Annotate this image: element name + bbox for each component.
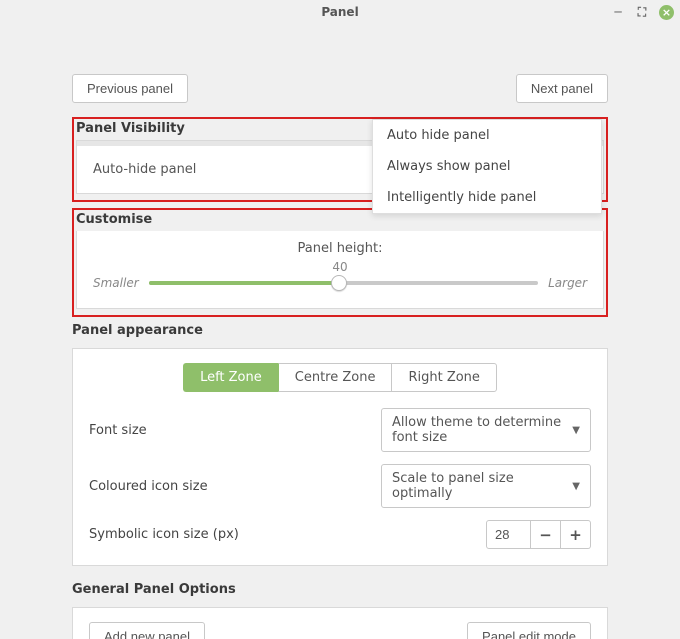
coloured-icon-select[interactable]: Scale to panel size optimally ▼	[381, 464, 591, 508]
maximize-button[interactable]: ⛶	[635, 5, 649, 19]
symbolic-icon-row: Symbolic icon size (px) − +	[89, 520, 591, 549]
auto-hide-panel-dropdown: Auto hide panel Always show panel Intell…	[372, 119, 602, 214]
coloured-icon-select-value: Scale to panel size optimally	[392, 471, 564, 501]
window-controls: ─ ⛶ ×	[611, 0, 674, 24]
coloured-icon-row: Coloured icon size Scale to panel size o…	[89, 464, 591, 508]
slider-larger-label: Larger	[548, 276, 587, 290]
panel-height-slider-row: Smaller Larger	[93, 276, 587, 290]
symbolic-icon-plus-button[interactable]: +	[561, 520, 591, 549]
window-title: Panel	[321, 5, 358, 19]
general-buttons-row: Add new panel Panel edit mode	[89, 622, 591, 639]
panel-appearance-card: Left Zone Centre Zone Right Zone Font si…	[72, 348, 608, 566]
font-size-row: Font size Allow theme to determine font …	[89, 408, 591, 452]
general-panel-options-card: Add new panel Panel edit mode Allow the …	[72, 607, 608, 639]
font-size-label: Font size	[89, 423, 147, 438]
panel-appearance-header: Panel appearance	[72, 323, 608, 342]
panel-edit-mode-button[interactable]: Panel edit mode	[467, 622, 591, 639]
coloured-icon-label: Coloured icon size	[89, 479, 208, 494]
zone-left-tab[interactable]: Left Zone	[183, 363, 278, 392]
panel-nav-row: Previous panel Next panel	[72, 74, 608, 103]
chevron-down-icon: ▼	[572, 481, 580, 492]
minimize-button[interactable]: ─	[611, 5, 625, 19]
symbolic-icon-spinner: − +	[486, 520, 591, 549]
dropdown-option-always-show[interactable]: Always show panel	[373, 151, 601, 182]
add-new-panel-button[interactable]: Add new panel	[89, 622, 205, 639]
panel-height-value: 40	[93, 260, 587, 274]
previous-panel-button[interactable]: Previous panel	[72, 74, 188, 103]
auto-hide-panel-label: Auto-hide panel	[93, 162, 196, 177]
font-size-select-value: Allow theme to determine font size	[392, 415, 564, 445]
content-area: Previous panel Next panel Panel Visibili…	[0, 24, 680, 639]
general-panel-options-section: General Panel Options Add new panel Pane…	[72, 582, 608, 639]
customise-section: Customise Panel height: 40 Smaller Large…	[72, 208, 608, 317]
general-panel-options-header: General Panel Options	[72, 582, 608, 601]
close-button[interactable]: ×	[659, 5, 674, 20]
next-panel-button[interactable]: Next panel	[516, 74, 608, 103]
symbolic-icon-input[interactable]	[486, 520, 531, 549]
panel-height-label: Panel height:	[93, 241, 587, 256]
zone-right-tab[interactable]: Right Zone	[391, 363, 496, 392]
customise-body: Panel height: 40 Smaller Larger	[76, 231, 604, 309]
panel-height-slider[interactable]	[149, 281, 538, 285]
symbolic-icon-minus-button[interactable]: −	[531, 520, 561, 549]
chevron-down-icon: ▼	[572, 425, 580, 436]
zone-centre-tab[interactable]: Centre Zone	[278, 363, 392, 392]
dropdown-option-auto-hide[interactable]: Auto hide panel	[373, 120, 601, 151]
panel-appearance-section: Panel appearance Left Zone Centre Zone R…	[72, 323, 608, 566]
slider-thumb[interactable]	[331, 275, 347, 291]
font-size-select[interactable]: Allow theme to determine font size ▼	[381, 408, 591, 452]
zone-segmented-control: Left Zone Centre Zone Right Zone	[89, 363, 591, 392]
slider-smaller-label: Smaller	[93, 276, 139, 290]
titlebar: Panel ─ ⛶ ×	[0, 0, 680, 24]
customise-header: Customise	[76, 212, 604, 231]
dropdown-option-intelligent-hide[interactable]: Intelligently hide panel	[373, 182, 601, 213]
symbolic-icon-label: Symbolic icon size (px)	[89, 527, 239, 542]
panel-visibility-section: Panel Visibility Auto-hide panel Auto hi…	[72, 117, 608, 202]
